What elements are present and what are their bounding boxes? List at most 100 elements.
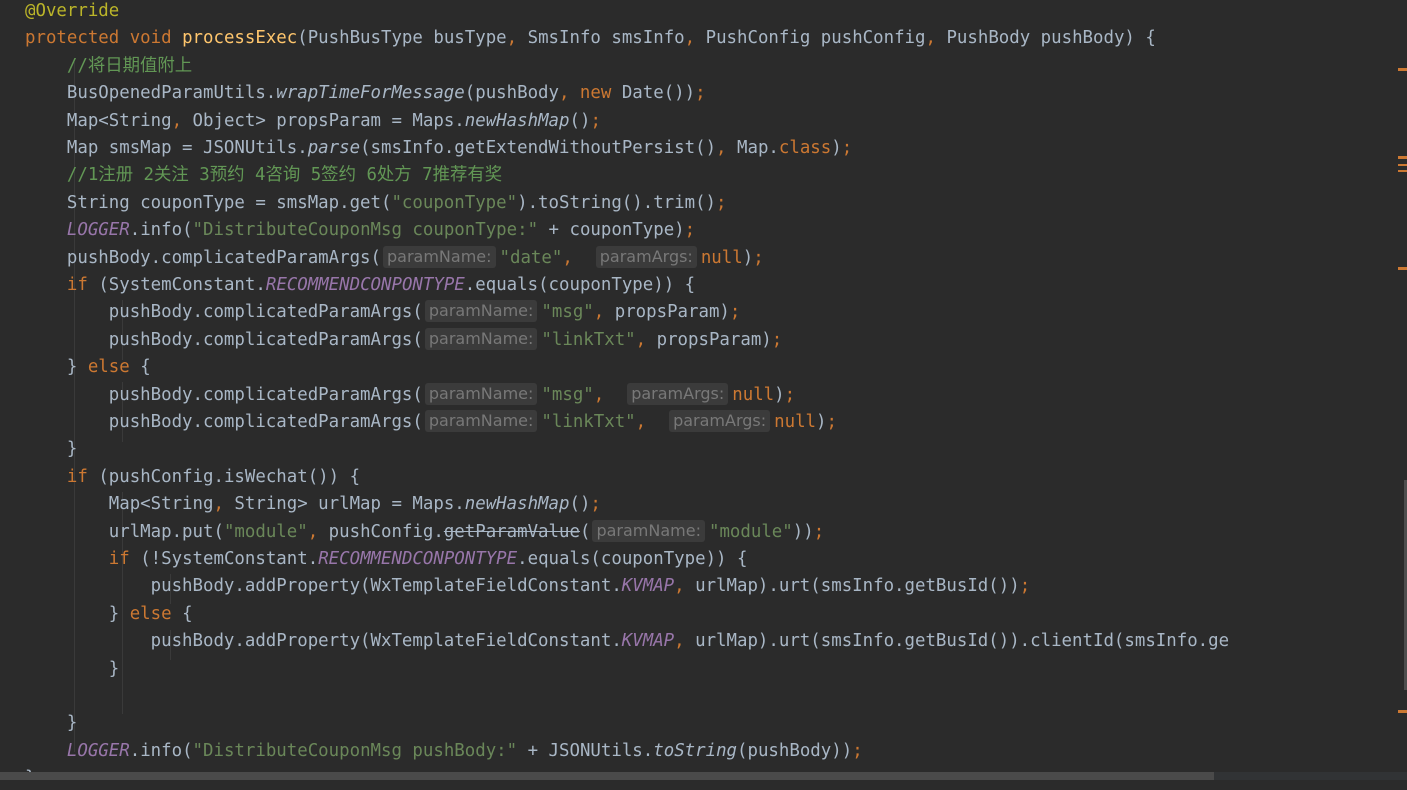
code-line[interactable]: } else { bbox=[25, 601, 193, 628]
code-line[interactable]: } bbox=[25, 765, 35, 772]
warning-marker[interactable] bbox=[1398, 156, 1407, 159]
code-token: //1注册 2关注 3预约 4咨询 5签约 6处方 7推荐有奖 bbox=[66, 165, 503, 186]
code-token: BusOpenedParamUtils. bbox=[25, 83, 277, 104]
parameter-hint: paramArgs: bbox=[595, 245, 697, 268]
warning-marker[interactable] bbox=[1398, 68, 1407, 71]
code-token: ) bbox=[774, 384, 785, 405]
warning-marker[interactable] bbox=[1398, 710, 1407, 713]
parameter-hint: paramName: bbox=[424, 382, 538, 405]
code-line[interactable]: pushBody.addProperty(WxTemplateFieldCons… bbox=[25, 573, 1031, 600]
code-token: null bbox=[774, 412, 817, 432]
code-token: () bbox=[569, 494, 591, 515]
code-token: protected void bbox=[25, 28, 183, 49]
code-line[interactable]: } bbox=[25, 710, 77, 737]
code-token: ) bbox=[816, 412, 827, 432]
code-token: SmsInfo smsInfo bbox=[527, 28, 685, 49]
code-token: Object> propsParam = Maps. bbox=[192, 110, 465, 131]
code-line[interactable]: pushBody.complicatedParamArgs(paramName:… bbox=[25, 327, 782, 354]
code-token: ) bbox=[742, 247, 754, 268]
parameter-hint: paramName: bbox=[424, 410, 538, 432]
code-token: "linkTxt" bbox=[541, 329, 636, 350]
code-line[interactable]: } bbox=[25, 436, 77, 463]
code-token: ; bbox=[716, 192, 727, 213]
code-token: if bbox=[108, 549, 141, 569]
code-token: urlMap).urt(smsInfo.getBusId()).clientId… bbox=[695, 631, 1230, 652]
code-token: .equals(couponType)) { bbox=[464, 275, 696, 295]
warning-marker[interactable] bbox=[1398, 267, 1407, 270]
code-token: "module" bbox=[708, 521, 793, 542]
code-line[interactable]: Map<String, String> urlMap = Maps.newHas… bbox=[25, 491, 601, 518]
code-line[interactable]: protected void processExec(PushBusType b… bbox=[25, 25, 1156, 52]
code-token: urlMap.put( bbox=[25, 521, 224, 542]
code-line[interactable]: } else { bbox=[25, 354, 151, 381]
code-token: ; bbox=[784, 384, 796, 405]
code-token: else bbox=[129, 603, 183, 624]
code-token: , bbox=[635, 329, 657, 350]
code-token: RECOMMENDCONPONTYPE bbox=[318, 549, 518, 569]
code-line[interactable]: pushBody.complicatedParamArgs(paramName:… bbox=[25, 245, 764, 272]
code-line[interactable]: if (pushConfig.isWechat()) { bbox=[25, 464, 360, 491]
code-token: pushBody.complicatedParamArgs( bbox=[25, 329, 423, 350]
code-token: , bbox=[635, 412, 668, 432]
code-token: () bbox=[569, 110, 591, 131]
horizontal-scrollbar-thumb[interactable] bbox=[0, 772, 1214, 780]
code-line[interactable]: Map<String, Object> propsParam = Maps.ne… bbox=[25, 108, 601, 135]
code-token: ; bbox=[695, 83, 706, 104]
code-token: ; bbox=[826, 412, 837, 432]
code-line[interactable]: LOGGER.info("DistributeCouponMsg pushBod… bbox=[25, 738, 863, 765]
code-line[interactable]: urlMap.put("module", pushConfig.getParam… bbox=[25, 519, 824, 546]
code-line[interactable]: LOGGER.info("DistributeCouponMsg couponT… bbox=[25, 217, 695, 244]
code-token: if bbox=[66, 466, 99, 487]
code-token: pushBody.complicatedParamArgs( bbox=[25, 302, 423, 323]
code-token: , bbox=[593, 302, 615, 323]
code-line[interactable]: //1注册 2关注 3预约 4咨询 5签约 6处方 7推荐有奖 bbox=[25, 162, 502, 189]
code-token: ; bbox=[1019, 576, 1031, 597]
code-token: Date()) bbox=[621, 83, 696, 104]
code-token: "linkTxt" bbox=[541, 412, 636, 432]
code-line[interactable]: @Override bbox=[25, 0, 119, 25]
code-line[interactable]: String couponType = smsMap.get("couponTy… bbox=[25, 190, 727, 217]
code-token: newHashMap bbox=[464, 110, 570, 131]
code-line[interactable]: pushBody.complicatedParamArgs(paramName:… bbox=[25, 299, 740, 326]
code-line[interactable]: Map smsMap = JSONUtils.parse(smsInfo.get… bbox=[25, 135, 852, 162]
code-token: wrapTimeForMessage bbox=[276, 83, 465, 104]
code-token: } bbox=[25, 357, 88, 378]
code-token: Map<String bbox=[25, 494, 214, 515]
code-token: { bbox=[140, 357, 151, 378]
code-token: Map<String bbox=[25, 110, 172, 131]
code-token: , bbox=[925, 28, 947, 49]
code-line[interactable]: } bbox=[25, 656, 119, 683]
code-token: pushBody.complicatedParamArgs( bbox=[25, 384, 423, 405]
code-token: @Override bbox=[25, 1, 120, 21]
code-token: Map. bbox=[737, 138, 779, 158]
code-token: propsParam) bbox=[656, 329, 772, 350]
code-token: (smsInfo.getExtendWithoutPersist() bbox=[360, 138, 717, 158]
warning-marker[interactable] bbox=[1398, 170, 1407, 172]
code-token: null bbox=[732, 384, 775, 405]
code-token: .info( bbox=[129, 220, 193, 241]
code-token: PushBody pushBody) { bbox=[946, 28, 1156, 49]
code-token: (pushBody bbox=[464, 83, 559, 104]
code-token: LOGGER bbox=[66, 220, 130, 241]
code-token: , bbox=[506, 28, 528, 49]
code-editor[interactable]: @Override protected void processExec(Push… bbox=[0, 0, 1400, 772]
code-token: //将日期值附上 bbox=[66, 55, 193, 76]
code-token: } bbox=[25, 439, 78, 460]
code-line[interactable]: //将日期值附上 bbox=[25, 53, 192, 80]
code-line[interactable]: pushBody.complicatedParamArgs(paramName:… bbox=[25, 382, 795, 409]
code-token: ; bbox=[771, 329, 783, 350]
code-line[interactable]: BusOpenedParamUtils.wrapTimeForMessage(p… bbox=[25, 80, 706, 107]
code-token: ).toString().trim() bbox=[517, 192, 717, 213]
warning-marker[interactable] bbox=[1398, 164, 1407, 166]
code-line[interactable]: pushBody.complicatedParamArgs(paramName:… bbox=[25, 409, 837, 436]
code-token: ; bbox=[813, 521, 825, 542]
parameter-hint: paramArgs: bbox=[627, 382, 729, 405]
code-line[interactable]: if (SystemConstant.RECOMMENDCONPONTYPE.e… bbox=[25, 272, 695, 299]
code-token: ( bbox=[579, 521, 591, 542]
code-line[interactable]: if (!SystemConstant.RECOMMENDCONPONTYPE.… bbox=[25, 546, 748, 573]
code-line[interactable]: pushBody.addProperty(WxTemplateFieldCons… bbox=[25, 628, 1229, 655]
code-token: PushConfig pushConfig bbox=[705, 28, 926, 49]
code-token: , bbox=[307, 521, 329, 542]
code-token: else bbox=[87, 357, 141, 378]
